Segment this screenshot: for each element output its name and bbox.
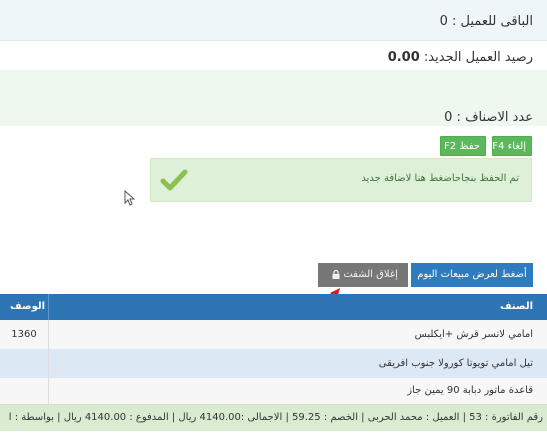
cell-divider xyxy=(48,349,49,378)
remaining-for-customer: الباقى للعميل : 0 xyxy=(439,14,533,29)
check-icon xyxy=(160,169,188,191)
item-description-cell: 1360 xyxy=(11,329,37,340)
column-header-item: الصنف xyxy=(499,301,533,312)
save-button[interactable]: حفظ F2 xyxy=(440,136,486,156)
items-count: عدد الاصناف : 0 xyxy=(444,110,533,125)
today-sales-button[interactable]: أضغط لعرض مبيعات اليوم xyxy=(411,263,533,287)
item-name-cell: امامي لانسر قرش +ايكلبس xyxy=(414,329,533,340)
column-header-description: الوصف xyxy=(10,301,46,312)
lock-icon xyxy=(332,269,340,279)
invoice-summary-text: رقم الفاتورة : 53 | العميل : محمد الحربى… xyxy=(8,412,543,423)
cell-divider xyxy=(48,320,49,349)
invoice-summary-footer: رقم الفاتورة : 53 | العميل : محمد الحربى… xyxy=(0,404,547,431)
item-name-cell: قاعدة ماتور دبابة 90 يمين جاز xyxy=(407,385,533,396)
new-balance-label: رصيد العميل الجديد: xyxy=(423,50,533,65)
new-customer-balance: رصيد العميل الجديد: 0.00 xyxy=(388,50,533,65)
success-alert: تم الحفظ بنجاحاضغط هنا لاضافة جديد xyxy=(150,158,532,202)
close-shift-label: إغلاق الشفت xyxy=(343,269,398,280)
cancel-button[interactable]: إلغاء F4 xyxy=(492,136,532,156)
cell-divider xyxy=(48,378,49,404)
table-header: الصنف الوصف xyxy=(0,294,547,320)
table-row[interactable]: امامي لانسر قرش +ايكلبس 1360 xyxy=(0,320,547,349)
column-separator xyxy=(48,294,49,320)
close-shift-button[interactable]: إغلاق الشفت xyxy=(318,263,408,287)
item-name-cell: تيل امامي تويوتا كورولا جنوب افريقى xyxy=(378,358,533,369)
new-balance-value: 0.00 xyxy=(387,50,420,65)
success-message-link[interactable]: تم الحفظ بنجاحاضغط هنا لاضافة جديد xyxy=(361,173,519,184)
table-row[interactable]: تيل امامي تويوتا كورولا جنوب افريقى xyxy=(0,349,547,378)
mouse-cursor-icon xyxy=(124,190,136,206)
table-row[interactable]: قاعدة ماتور دبابة 90 يمين جاز xyxy=(0,378,547,404)
